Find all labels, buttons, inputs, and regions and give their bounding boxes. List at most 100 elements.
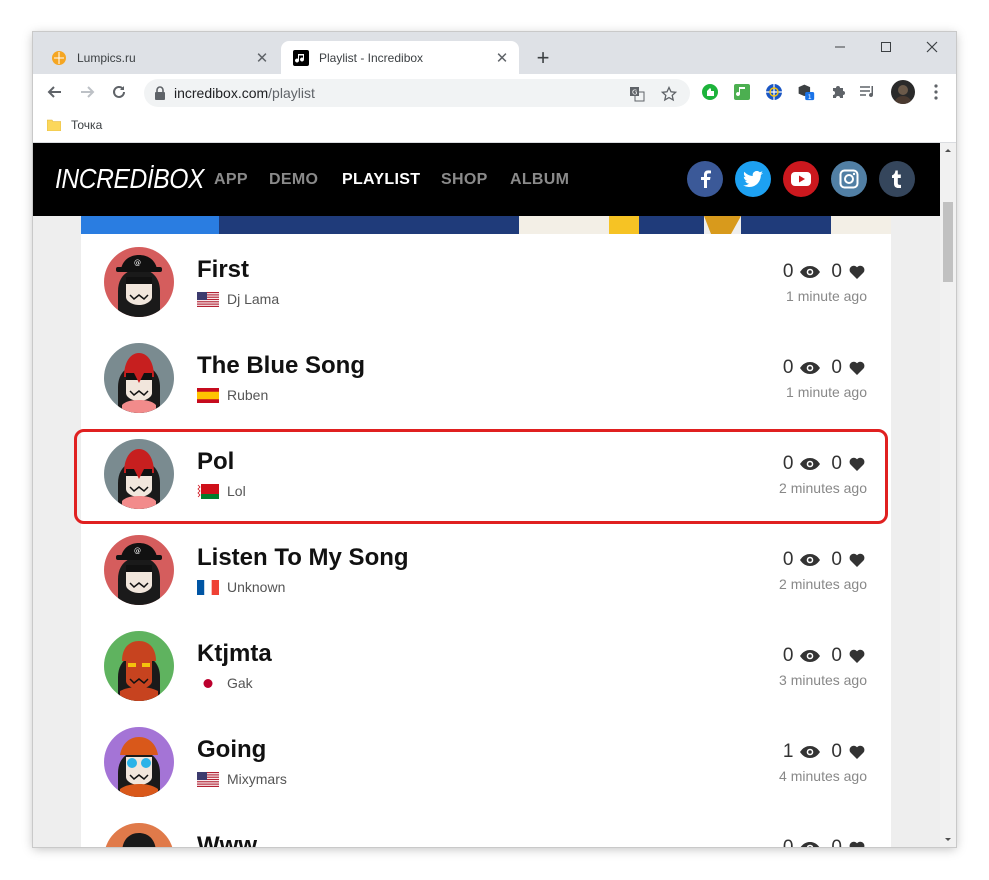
svg-text:G: G bbox=[632, 89, 637, 97]
playlist-row[interactable]: @ Listen To My Song Unknown 0 0 2 minute… bbox=[81, 522, 891, 618]
nav-shop[interactable]: SHOP bbox=[441, 171, 488, 189]
back-arrow-icon[interactable] bbox=[41, 78, 69, 106]
svg-text:@: @ bbox=[134, 259, 141, 267]
song-title[interactable]: The Blue Song bbox=[197, 352, 365, 380]
song-stats: 0 0 bbox=[783, 261, 865, 283]
tab-strip: Lumpics.ru ✕ Playlist - Incredibox ✕ + bbox=[33, 32, 956, 74]
chrome-menu-icon[interactable] bbox=[927, 83, 945, 101]
song-artist: Ruben bbox=[197, 387, 268, 403]
close-tab-icon[interactable]: ✕ bbox=[251, 47, 273, 69]
us-flag-icon bbox=[197, 771, 219, 787]
song-artist: Gak bbox=[197, 675, 253, 691]
nav-demo[interactable]: DEMO bbox=[269, 171, 318, 189]
song-artist: Mixymars bbox=[197, 771, 287, 787]
browser-toolbar: incredibox.com/playlist G 1 bbox=[33, 74, 956, 110]
heart-icon[interactable] bbox=[849, 553, 865, 567]
playlist-row[interactable]: Www 0 0 bbox=[81, 810, 891, 847]
song-stats: 0 0 bbox=[783, 549, 865, 571]
song-title[interactable]: Ktjmta bbox=[197, 640, 272, 668]
song-time: 1 minute ago bbox=[786, 288, 867, 304]
playlist-row[interactable]: @ First Dj Lama 0 0 1 minute ago bbox=[81, 234, 891, 330]
window-close-icon[interactable] bbox=[909, 32, 955, 62]
song-stats: 0 0 bbox=[783, 357, 865, 379]
scrollbar-thumb[interactable] bbox=[943, 202, 953, 282]
heart-icon[interactable] bbox=[849, 745, 865, 759]
eye-icon bbox=[800, 362, 821, 374]
twitter-icon[interactable] bbox=[735, 161, 771, 197]
bookmark-star-icon[interactable] bbox=[660, 85, 678, 103]
browser-window: Lumpics.ru ✕ Playlist - Incredibox ✕ + i… bbox=[33, 32, 956, 847]
heart-icon[interactable] bbox=[849, 841, 865, 847]
forward-arrow-icon[interactable] bbox=[73, 78, 101, 106]
url-text: incredibox.com/playlist bbox=[174, 85, 315, 101]
bookmarks-bar: Точка bbox=[33, 110, 956, 143]
like-count: 0 bbox=[831, 549, 842, 570]
nav-app[interactable]: APP bbox=[214, 171, 248, 189]
folder-icon bbox=[47, 119, 61, 131]
playlist-row[interactable]: Ktjmta Gak 0 0 3 minutes ago bbox=[81, 618, 891, 714]
url-host: incredibox.com bbox=[174, 85, 269, 101]
page-scrollbar[interactable] bbox=[940, 143, 956, 847]
svg-text:@: @ bbox=[134, 547, 141, 555]
bookmark-label: Точка bbox=[71, 118, 103, 132]
page-viewport: INCREDİBOX APP DEMO PLAYLIST SHOP ALBUM bbox=[33, 143, 940, 847]
playlist-row[interactable]: The Blue Song Ruben 0 0 1 minute ago bbox=[81, 330, 891, 426]
eye-icon bbox=[801, 842, 820, 847]
bookmark-folder-tochka[interactable]: Точка bbox=[47, 118, 102, 132]
artist-name: Unknown bbox=[227, 579, 286, 595]
song-stats: 0 0 bbox=[783, 645, 865, 667]
tab-playlist[interactable]: Playlist - Incredibox ✕ bbox=[281, 41, 519, 74]
maximize-icon[interactable] bbox=[863, 32, 909, 62]
song-title[interactable]: Going bbox=[197, 736, 266, 764]
heart-icon[interactable] bbox=[849, 649, 865, 663]
puzzle-extensions-icon[interactable] bbox=[829, 83, 847, 101]
artist-name: Dj Lama bbox=[227, 291, 280, 307]
site-header: INCREDİBOX APP DEMO PLAYLIST SHOP ALBUM bbox=[33, 143, 940, 216]
song-title[interactable]: Listen To My Song bbox=[197, 544, 409, 572]
song-title[interactable]: Www bbox=[197, 832, 257, 847]
vpn-globe-icon[interactable] bbox=[765, 83, 783, 101]
song-title[interactable]: First bbox=[197, 256, 249, 284]
minimize-icon[interactable] bbox=[817, 32, 863, 62]
youtube-icon[interactable] bbox=[783, 161, 819, 197]
us-flag-icon bbox=[197, 291, 219, 307]
scroll-up-icon[interactable] bbox=[940, 145, 956, 155]
nav-playlist[interactable]: PLAYLIST bbox=[342, 171, 420, 189]
orange-favicon-icon bbox=[52, 50, 66, 65]
cube-extension-icon[interactable]: 1 bbox=[797, 83, 815, 101]
facebook-icon[interactable] bbox=[687, 161, 723, 197]
address-bar[interactable]: incredibox.com/playlist G bbox=[144, 79, 690, 107]
song-stats: 0 0 bbox=[783, 837, 865, 847]
nav-album[interactable]: ALBUM bbox=[510, 171, 569, 189]
incredibox-logo[interactable]: INCREDİBOX bbox=[55, 163, 204, 195]
close-tab-icon[interactable]: ✕ bbox=[491, 47, 513, 69]
tab-title: Lumpics.ru bbox=[77, 50, 136, 65]
view-count: 0 bbox=[782, 261, 794, 282]
scroll-down-icon[interactable] bbox=[940, 835, 956, 845]
url-path: /playlist bbox=[268, 85, 315, 101]
media-queue-icon[interactable] bbox=[859, 83, 877, 101]
like-count: 0 bbox=[831, 261, 842, 282]
green-extension-icon[interactable] bbox=[701, 83, 719, 101]
new-tab-icon[interactable]: + bbox=[530, 45, 556, 71]
view-count: 0 bbox=[782, 645, 794, 666]
es-flag-icon bbox=[197, 387, 219, 403]
reload-icon[interactable] bbox=[105, 78, 133, 106]
song-time: 2 minutes ago bbox=[779, 576, 867, 592]
song-time: 3 minutes ago bbox=[779, 672, 867, 688]
song-time: 1 minute ago bbox=[786, 384, 867, 400]
translate-icon[interactable]: G bbox=[628, 85, 646, 103]
playlist-row[interactable]: Going Mixymars 1 0 4 minutes ago bbox=[81, 714, 891, 810]
tab-lumpics[interactable]: Lumpics.ru ✕ bbox=[39, 41, 279, 74]
instagram-icon[interactable] bbox=[831, 161, 867, 197]
music-extension-icon[interactable] bbox=[733, 83, 751, 101]
tab-title: Playlist - Incredibox bbox=[319, 50, 424, 65]
fr-flag-icon bbox=[197, 579, 219, 595]
tumblr-icon[interactable] bbox=[879, 161, 915, 197]
profile-avatar[interactable] bbox=[891, 80, 915, 104]
heart-icon[interactable] bbox=[849, 265, 865, 279]
heart-icon[interactable] bbox=[849, 361, 865, 375]
lock-icon bbox=[155, 86, 165, 100]
song-time: 4 minutes ago bbox=[779, 768, 867, 784]
artist-name: Mixymars bbox=[227, 771, 287, 787]
